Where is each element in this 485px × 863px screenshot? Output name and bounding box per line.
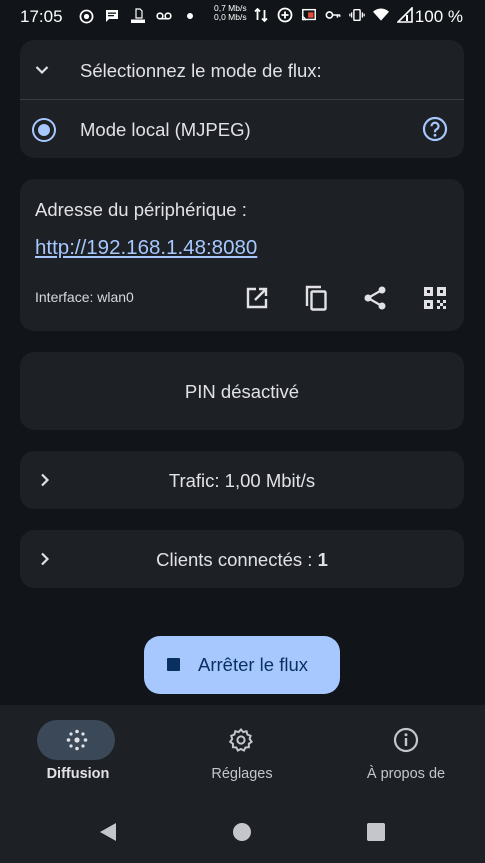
dot-icon — [182, 8, 198, 24]
data-arrows-icon — [253, 7, 269, 23]
connected-clients-count: 1 — [317, 549, 328, 570]
home-icon[interactable] — [232, 822, 252, 847]
status-time: 17:05 — [20, 7, 63, 26]
nav-label-a-propos: À propos de — [366, 766, 446, 782]
stream-mode-title: Sélectionnez le mode de flux: — [80, 60, 322, 81]
nav-label-reglages: Réglages — [211, 766, 273, 782]
stream-mode-header[interactable]: Sélectionnez le mode de flux: — [20, 40, 464, 99]
voicemail-icon — [156, 8, 172, 24]
interface-label: Interface: wlan0 — [35, 289, 134, 305]
net-speed: 0,7 Mb/s 0,0 Mb/s — [214, 4, 258, 22]
info-icon — [393, 727, 419, 753]
signal-icon — [397, 7, 413, 23]
nav-label-diffusion: Diffusion — [46, 766, 110, 782]
status-bar: 17:05 0,7 Mb/s 0,0 Mb/s 100 % — [0, 0, 485, 34]
stop-stream-button[interactable]: Arrêter le flux — [144, 636, 340, 694]
share-icon[interactable] — [360, 283, 390, 313]
stop-icon — [167, 658, 180, 671]
stream-mode-card: Sélectionnez le mode de flux: Mode local… — [20, 40, 464, 158]
connected-clients-text: Clients connectés : 1 — [20, 549, 464, 571]
gear-icon — [228, 727, 254, 753]
mode-local-mjpeg-label[interactable]: Mode local (MJPEG) — [80, 119, 251, 141]
connected-clients-label: Clients connectés : — [156, 549, 318, 570]
nav-item-diffusion[interactable]: Diffusion — [0, 705, 158, 800]
chevron-down-icon — [34, 62, 50, 83]
stop-stream-label: Arrêter le flux — [198, 654, 309, 675]
traffic-text: Trafic: 1,00 Mbit/s — [168, 470, 316, 491]
nav-item-reglages[interactable]: Réglages — [162, 705, 322, 800]
device-address-title: Adresse du périphérique : — [35, 199, 247, 220]
system-navigation-bar — [0, 800, 485, 863]
recents-icon[interactable] — [366, 822, 386, 847]
cast-add-icon — [277, 7, 293, 23]
bottom-navigation: Diffusion Réglages À propos de — [0, 705, 485, 800]
divider — [20, 99, 464, 100]
nav-item-a-propos[interactable]: À propos de — [326, 705, 485, 800]
net-down: 0,0 Mb/s — [214, 12, 247, 22]
screencast-icon — [301, 7, 317, 23]
qr-code-icon[interactable] — [420, 283, 450, 313]
connected-clients-card[interactable]: Clients connectés : 1 — [20, 530, 464, 588]
radio-selected-icon[interactable] — [32, 118, 56, 142]
http-icon — [130, 8, 146, 24]
message-icon — [104, 8, 120, 24]
pin-status-card: PIN désactivé — [20, 352, 464, 430]
wifi-icon — [373, 7, 389, 23]
vibrate-icon — [349, 7, 365, 23]
stream-icon — [64, 727, 90, 753]
device-address-card: Adresse du périphérique : http://192.168… — [20, 179, 464, 331]
help-icon[interactable] — [422, 116, 448, 147]
record-icon — [78, 8, 94, 24]
key-icon — [325, 7, 341, 23]
open-external-icon[interactable] — [242, 283, 272, 313]
copy-icon[interactable] — [301, 283, 331, 313]
device-address-link[interactable]: http://192.168.1.48:8080 — [35, 236, 257, 260]
back-icon[interactable] — [98, 822, 118, 847]
pin-status-text: PIN désactivé — [184, 381, 300, 402]
traffic-card[interactable]: Trafic: 1,00 Mbit/s — [20, 451, 464, 509]
battery-level: 100 % — [414, 7, 463, 26]
